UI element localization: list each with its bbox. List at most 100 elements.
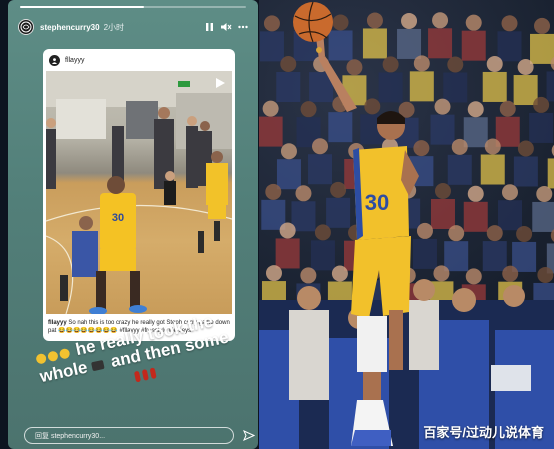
- crowd-head: [501, 184, 518, 201]
- crowd-body: [529, 112, 554, 143]
- crowd-head: [467, 101, 484, 118]
- story-username[interactable]: stephencurry30: [40, 23, 100, 32]
- story-avatar[interactable]: [18, 19, 34, 35]
- crowd-head: [330, 181, 347, 198]
- chili-emoji-icon: [149, 367, 157, 380]
- crowd-body: [444, 241, 469, 272]
- crowd-head: [502, 265, 519, 282]
- laughing-emoji-icon: [35, 352, 48, 365]
- crowd-head: [416, 222, 433, 239]
- crowd-body: [447, 154, 472, 185]
- instagram-story: stephencurry30 2小时 fllayyy 30 fllayyy So…: [8, 0, 258, 449]
- crowd-head: [536, 185, 553, 202]
- crowd-head: [366, 12, 383, 29]
- crowd-head: [465, 268, 482, 285]
- reply-input[interactable]: 回复 stephencurry30...: [24, 427, 234, 444]
- crowd-head: [486, 225, 503, 242]
- crowd-body: [328, 30, 353, 61]
- crowd-body: [378, 72, 403, 103]
- more-icon[interactable]: [238, 25, 248, 29]
- play-icon[interactable]: [214, 77, 226, 89]
- watermark: 百家号/过动儿说体育: [423, 425, 544, 440]
- crowd-head: [534, 17, 551, 34]
- crowd-head: [295, 185, 312, 202]
- crowd-head: [280, 143, 297, 160]
- crowd-head: [300, 267, 317, 284]
- player-jersey-number: 30: [365, 190, 389, 215]
- crowd-head: [312, 138, 329, 155]
- crowd-body: [409, 71, 434, 102]
- crowd-head: [517, 59, 534, 76]
- crowd-body: [547, 158, 554, 189]
- crowd-head: [433, 265, 450, 282]
- crowd-body: [463, 201, 488, 232]
- crowd-head: [262, 100, 279, 117]
- sticker-line-2: whole: [37, 357, 90, 387]
- story-progress-fill: [20, 6, 145, 8]
- crowd-body: [443, 72, 468, 103]
- crowd-head: [279, 222, 296, 239]
- crowd-head: [467, 185, 484, 202]
- crowd-body: [259, 31, 284, 62]
- crowd-body: [497, 31, 522, 62]
- crowd-head: [331, 265, 348, 282]
- crowd-head: [432, 12, 449, 29]
- crowd-head: [332, 14, 349, 31]
- sunglasses-emoji-icon: [90, 359, 105, 372]
- crowd-head: [451, 138, 468, 155]
- laughing-emoji-icon: [58, 347, 71, 360]
- user-icon: [51, 57, 58, 64]
- crowd-body: [497, 200, 522, 231]
- chili-emoji-icon: [133, 370, 142, 383]
- crowd-body: [310, 240, 335, 271]
- crowd-head: [499, 100, 516, 117]
- crowd-body: [275, 238, 300, 269]
- crowd-head: [413, 55, 430, 72]
- crowd-body: [530, 33, 554, 64]
- arena-crowd-scene: 30: [259, 1, 554, 449]
- pause-icon[interactable]: [205, 22, 214, 32]
- crowd-head: [314, 224, 331, 241]
- gym-scene: 30: [46, 71, 232, 314]
- crowd-head: [465, 14, 482, 31]
- curry-logo-icon: [20, 21, 32, 33]
- crowd-body: [397, 28, 422, 59]
- crowd-head: [382, 56, 399, 73]
- crowd-body: [259, 116, 283, 147]
- crowd-body: [482, 241, 507, 272]
- crowd-head: [265, 183, 282, 200]
- crowd-body: [430, 114, 455, 145]
- shared-post-username[interactable]: fllayyy: [65, 57, 84, 64]
- story-time: 2小时: [103, 22, 125, 32]
- crowd-body: [463, 117, 488, 148]
- shared-post-avatar: [49, 54, 60, 66]
- caption-username[interactable]: fllayyy: [48, 320, 67, 326]
- crowd-body: [291, 201, 316, 232]
- shared-post-header: fllayyy: [43, 49, 235, 71]
- crowd-body: [461, 30, 486, 61]
- crowd-head: [401, 12, 418, 29]
- crowd-body: [328, 112, 353, 143]
- send-icon[interactable]: [243, 430, 255, 441]
- crowd-body: [512, 241, 537, 272]
- crowd-head: [537, 266, 554, 283]
- kid-jersey-number: 30: [112, 212, 124, 224]
- laughing-emoji-icon: [46, 349, 59, 362]
- crowd-body: [513, 75, 538, 106]
- crowd-body: [412, 238, 437, 269]
- crowd-head: [516, 225, 533, 242]
- crowd-head: [448, 225, 465, 242]
- story-progress-bar: [20, 6, 246, 8]
- crowd-head: [447, 56, 464, 73]
- crowd-head: [486, 55, 503, 72]
- crowd-head: [263, 15, 280, 32]
- shared-post-card[interactable]: fllayyy 30 fllayyy So nah this is too cr…: [43, 49, 235, 341]
- crowd-body: [482, 71, 507, 102]
- shared-post-video[interactable]: 30: [46, 71, 232, 314]
- crowd-head: [413, 140, 430, 157]
- crowd-body: [430, 198, 455, 229]
- story-header: stephencurry30 2小时: [18, 17, 248, 37]
- crowd-head: [517, 140, 534, 157]
- speaker-mute-icon[interactable]: [220, 22, 232, 32]
- crowd-body: [513, 156, 538, 187]
